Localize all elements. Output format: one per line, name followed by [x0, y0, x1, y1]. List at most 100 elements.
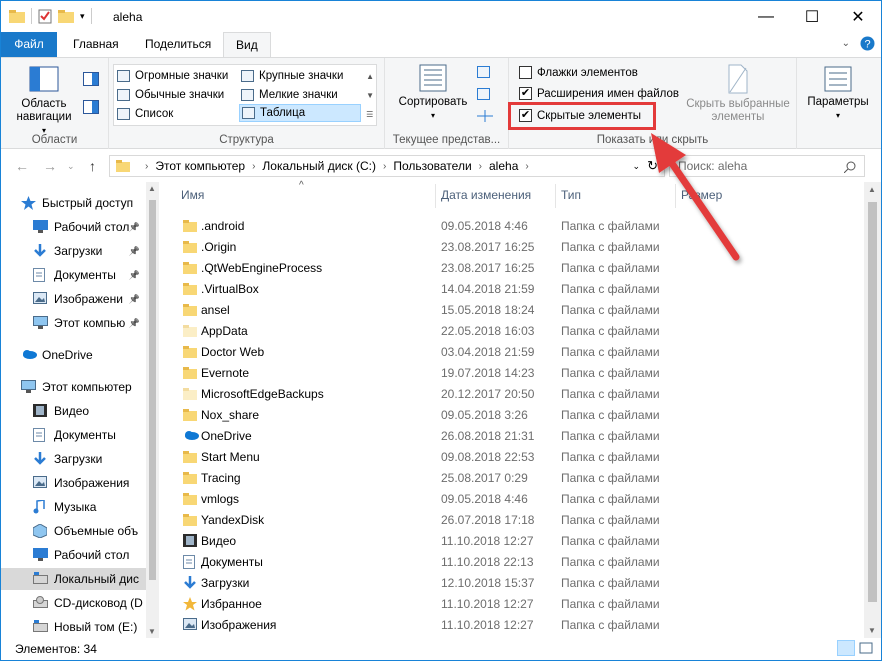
column-date[interactable]: Дата изменения — [441, 188, 531, 202]
group-by-icon[interactable] — [477, 66, 493, 78]
table-row[interactable]: Doctor Web 03.04.2018 21:59 Папка с файлам… — [159, 341, 849, 362]
file-extensions-toggle[interactable]: ✔ Расширения имен файлов — [519, 87, 679, 100]
file-extensions-checkbox[interactable]: ✔ — [519, 87, 532, 100]
tab-view[interactable]: Вид — [223, 32, 271, 58]
table-row[interactable]: MicrosoftEdgeBackups 20.12.2017 20:50 Папк… — [159, 383, 849, 404]
table-row[interactable]: Документы 11.10.2018 22:13 Папка с файлами — [159, 551, 849, 572]
scroll-up-icon[interactable]: ▲ — [868, 185, 876, 194]
recent-chevron-icon[interactable]: ⌄ — [67, 161, 75, 172]
table-row[interactable]: .VirtualBox 14.04.2018 21:59 Папка с файла… — [159, 278, 849, 299]
sidebar-item[interactable]: Быстрый доступ — [1, 192, 146, 214]
hide-selected-button[interactable]: Скрыть выбранные элементы — [683, 64, 793, 124]
table-row[interactable]: Nox_share 09.05.2018 3:26 Папка с файлами — [159, 404, 849, 425]
close-button[interactable]: ✕ — [835, 1, 881, 32]
table-row[interactable]: Избранное 11.10.2018 12:27 Папка с файлами — [159, 593, 849, 614]
crumb-users[interactable]: Пользователи — [393, 159, 471, 173]
table-row[interactable]: Видео 11.10.2018 12:27 Папка с файлами — [159, 530, 849, 551]
sidebar-item[interactable]: Музыка — [1, 496, 146, 518]
column-type[interactable]: Тип — [561, 188, 581, 202]
address-bar[interactable]: › Этот компьютер › Локальный диск (C:) ›… — [109, 155, 665, 177]
sidebar-item[interactable]: Рабочий стол 📌 — [1, 216, 146, 238]
chevron-down-icon[interactable]: ⌄ — [842, 38, 850, 49]
sidebar-item[interactable]: Изображения — [1, 472, 146, 494]
options-button[interactable]: Параметры ▾ — [803, 66, 873, 122]
table-row[interactable]: ansel 15.05.2018 18:24 Папка с файлами — [159, 299, 849, 320]
size-columns-icon[interactable] — [477, 110, 493, 122]
add-columns-icon[interactable] — [477, 88, 493, 100]
sidebar-item[interactable]: Новый том (E:) — [1, 616, 146, 638]
tab-share[interactable]: Поделиться — [133, 32, 223, 57]
table-row[interactable]: .android 09.05.2018 4:46 Папка с файлами — [159, 215, 849, 236]
sidebar-item[interactable]: Документы — [1, 424, 146, 446]
item-checkboxes-toggle[interactable]: Флажки элементов — [519, 66, 638, 79]
layout-large[interactable]: Крупные значки — [241, 67, 343, 85]
layout-extra-large[interactable]: Огромные значки — [117, 67, 228, 85]
forward-arrow-icon[interactable]: → — [43, 158, 57, 174]
sidebar-item[interactable]: Видео — [1, 400, 146, 422]
sort-button[interactable]: Сортировать ▾ — [393, 64, 473, 122]
large-icons-view-button[interactable] — [857, 640, 875, 656]
preview-pane-icon[interactable] — [83, 72, 99, 86]
column-divider[interactable] — [555, 184, 556, 208]
table-row[interactable]: Tracing 25.08.2017 0:29 Папка с файлами — [159, 467, 849, 488]
tab-file[interactable]: Файл — [1, 32, 57, 57]
sidebar-item[interactable]: Локальный дис — [1, 568, 146, 590]
minimize-button[interactable]: — — [743, 1, 789, 32]
sidebar-item[interactable]: Документы 📌 — [1, 264, 146, 286]
sidebar-scrollbar[interactable]: ▲ ▼ — [146, 182, 159, 638]
scroll-down-icon[interactable]: ▼ — [868, 626, 876, 635]
table-row[interactable]: YandexDisk 26.07.2018 17:18 Папка с файлам… — [159, 509, 849, 530]
table-row[interactable]: OneDrive 26.08.2018 21:31 Папка с файлами — [159, 425, 849, 446]
sidebar-item[interactable]: Рабочий стол — [1, 544, 146, 566]
table-row[interactable]: .Origin 23.08.2017 16:25 Папка с файлами — [159, 236, 849, 257]
table-row[interactable]: AppData 22.05.2018 16:03 Папка с файлами — [159, 320, 849, 341]
details-view-button[interactable] — [837, 640, 855, 656]
sidebar-item[interactable]: Изображени 📌 — [1, 288, 146, 310]
column-divider[interactable] — [435, 184, 436, 208]
crumb-local-disk[interactable]: Локальный диск (C:) — [262, 159, 376, 173]
address-dropdown-icon[interactable]: ⌄ — [632, 161, 640, 172]
table-row[interactable]: Start Menu 09.08.2018 22:53 Папка с файлам… — [159, 446, 849, 467]
qat-customize-icon[interactable]: ▾ — [80, 11, 85, 22]
column-divider[interactable] — [675, 184, 676, 208]
sidebar-item[interactable]: CD-дисковод (D — [1, 592, 146, 614]
item-checkboxes-checkbox[interactable] — [519, 66, 532, 79]
table-row[interactable]: Загрузки 12.10.2018 15:37 Папка с файлами — [159, 572, 849, 593]
sidebar-item[interactable]: OneDrive — [1, 344, 146, 366]
table-row[interactable]: Изображения 11.10.2018 12:27 Папка с файла… — [159, 614, 849, 635]
new-folder-icon[interactable] — [58, 9, 74, 23]
layout-list[interactable]: Список — [117, 105, 173, 123]
crumb-aleha[interactable]: aleha — [489, 159, 518, 173]
sidebar-item[interactable]: Этот компьютер — [1, 376, 146, 398]
sidebar-item[interactable]: Загрузки 📌 — [1, 240, 146, 262]
help-icon[interactable]: ? — [860, 36, 875, 51]
table-row[interactable]: vmlogs 09.05.2018 4:46 Папка с файлами — [159, 488, 849, 509]
tab-home[interactable]: Главная — [61, 32, 131, 57]
refresh-icon[interactable]: ↻ — [647, 158, 658, 174]
up-arrow-icon[interactable]: ↑ — [89, 158, 96, 174]
search-input[interactable]: Поиск: aleha — [669, 155, 865, 177]
layout-small[interactable]: Мелкие значки — [241, 86, 338, 104]
details-pane-icon[interactable] — [83, 100, 99, 114]
back-arrow-icon[interactable]: ← — [15, 158, 29, 174]
sidebar-item[interactable]: Объемные объ — [1, 520, 146, 542]
layout-details[interactable]: Таблица — [239, 104, 361, 122]
search-placeholder: Поиск: aleha — [678, 159, 748, 173]
column-size[interactable]: Размер — [681, 188, 722, 202]
nav-pane-button[interactable]: Область навигации ▾ — [7, 66, 81, 137]
layout-medium[interactable]: Обычные значки — [117, 86, 224, 104]
crumb-this-pc[interactable]: Этот компьютер — [155, 159, 245, 173]
scroll-down-icon[interactable]: ▼ — [148, 627, 156, 636]
properties-icon[interactable] — [38, 8, 52, 24]
sidebar-scroll-thumb[interactable] — [149, 200, 156, 580]
maximize-button[interactable]: ☐ — [789, 1, 835, 32]
column-name[interactable]: Имя — [181, 188, 204, 202]
sidebar-item[interactable]: Этот компью 📌 — [1, 312, 146, 334]
file-list-scrollbar[interactable]: ▲ ▼ — [864, 182, 881, 638]
table-row[interactable]: .QtWebEngineProcess 23.08.2017 16:25 Папка… — [159, 257, 849, 278]
sidebar-item[interactable]: Загрузки — [1, 448, 146, 470]
file-list-scroll-thumb[interactable] — [868, 202, 877, 602]
scroll-up-icon[interactable]: ▲ — [148, 184, 156, 193]
layout-scroll[interactable]: ▲ ▼ ☰ — [366, 67, 374, 124]
table-row[interactable]: Evernote 19.07.2018 14:23 Папка с файлами — [159, 362, 849, 383]
